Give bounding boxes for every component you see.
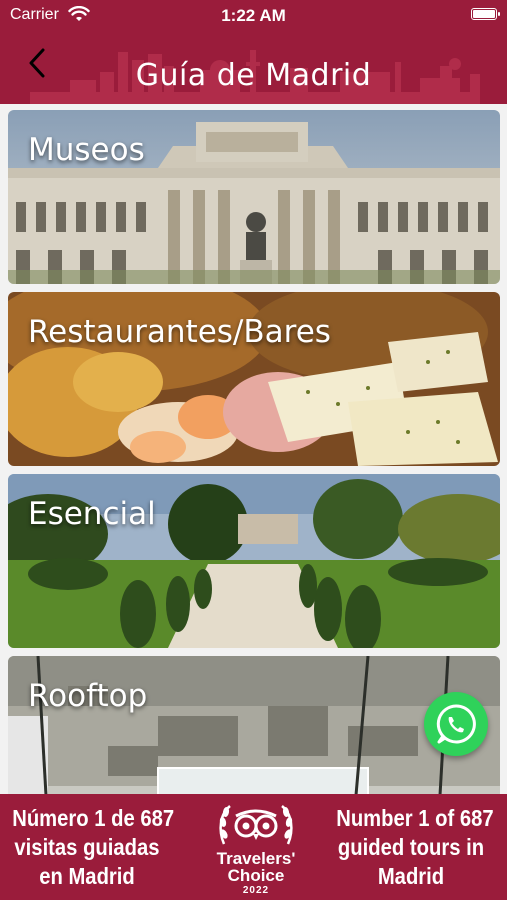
status-bar: Carrier 1:22 AM [0,0,507,30]
travelers-choice-badge: Travelers' Choice 2022 [196,800,316,896]
nav-bar: Guía de Madrid [0,30,507,104]
badge-line2: Choice [227,866,285,885]
whatsapp-button[interactable] [424,692,488,756]
footer-line: Number 1 of 687 [336,805,494,831]
category-label: Restaurantes/Bares [28,314,331,350]
tripadvisor-owl-icon [219,805,293,845]
badge-line1: Travelers' [216,849,296,868]
footer-line: Madrid [377,863,445,889]
footer-line: visitas guiadas [14,834,160,860]
clock: 1:22 AM [221,6,286,25]
footer-line: guided tours in [337,834,485,860]
category-label: Museos [28,132,145,168]
footer-text-es: Número 1 de 687 visitas guiadas en Madri… [12,804,175,891]
battery-icon [471,8,500,20]
footer-text-en: Number 1 of 687 guided tours in Madrid [336,804,494,891]
footer-line: en Madrid [39,863,135,889]
category-label: Esencial [28,496,156,532]
category-card-restaurantes[interactable]: Restaurantes/Bares [8,292,500,466]
whatsapp-icon [436,704,476,744]
category-card-museos[interactable]: Museos [8,110,500,284]
page-title: Guía de Madrid [135,58,372,93]
category-list: Museos Restaurantes/Bares Esencial Rooft… [0,104,507,794]
badge-year: 2022 [242,885,270,896]
category-label: Rooftop [28,678,148,714]
category-card-esencial[interactable]: Esencial [8,474,500,648]
footer-banner: Número 1 de 687 visitas guiadas en Madri… [0,794,507,900]
footer-line: Número 1 de 687 [12,805,175,831]
